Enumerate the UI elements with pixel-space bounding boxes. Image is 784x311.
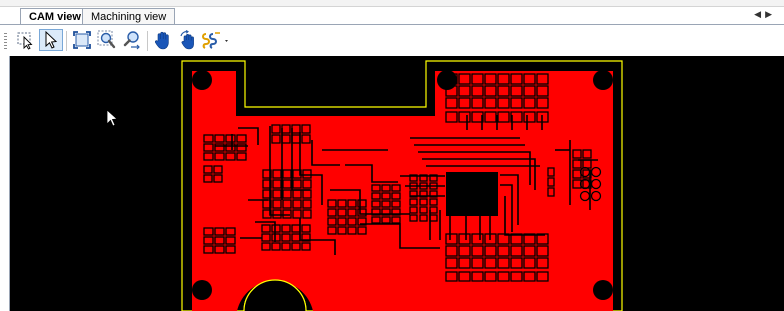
- dashed-select-arrow-icon: [17, 32, 33, 50]
- tab-bar-header-strip: [0, 0, 784, 7]
- ic-chip: [446, 172, 498, 216]
- triangle-right-icon[interactable]: ▶: [765, 9, 776, 19]
- path-dropdown-icon: [202, 32, 228, 49]
- tab-cam-view-label: CAM view: [29, 11, 81, 23]
- hand-icon: [154, 31, 169, 50]
- mounting-hole: [593, 280, 613, 300]
- toolbar-separator: [147, 31, 148, 51]
- zoom-pan-tool-button[interactable]: [120, 29, 144, 51]
- rect-select-tool-button[interactable]: [14, 29, 38, 51]
- toolbar-separator: [66, 31, 67, 51]
- zoom-window-tool-button[interactable]: [95, 29, 119, 51]
- pointer-tool-button[interactable]: [39, 29, 63, 51]
- tab-machining-view-label: Machining view: [91, 11, 167, 23]
- cam-viewport[interactable]: [10, 56, 784, 311]
- mounting-hole: [192, 280, 212, 300]
- tab-machining-view[interactable]: Machining view: [82, 8, 176, 25]
- view-tab-bar: CAM view Machining view ◀▶: [0, 0, 784, 26]
- triangle-left-icon[interactable]: ◀: [754, 9, 765, 19]
- tab-scroll-arrows: ◀▶: [754, 9, 776, 20]
- zoom-fit-tool-button[interactable]: [70, 29, 94, 51]
- arrow-pointer-icon: [45, 30, 58, 49]
- pan-hand-tool-button[interactable]: [151, 29, 175, 51]
- cam-application: CAM view Machining view ◀▶: [0, 0, 784, 311]
- mounting-hole: [593, 70, 613, 90]
- rotate-hand-icon: [180, 30, 194, 50]
- zoom-arrows-icon: [123, 31, 140, 50]
- left-panel-edge: [0, 56, 10, 311]
- pcb-canvas[interactable]: [10, 56, 784, 311]
- path-tool-button[interactable]: [201, 29, 233, 51]
- toolbar-grip-handle[interactable]: [4, 33, 7, 51]
- zoom-extents-icon: [73, 31, 91, 49]
- mounting-hole: [437, 70, 457, 90]
- view-toolbar: [0, 25, 784, 57]
- zoom-window-icon: [97, 30, 116, 49]
- mouse-cursor-icon: [106, 109, 118, 127]
- mounting-hole: [192, 70, 212, 90]
- rotate-hand-tool-button[interactable]: [176, 29, 200, 51]
